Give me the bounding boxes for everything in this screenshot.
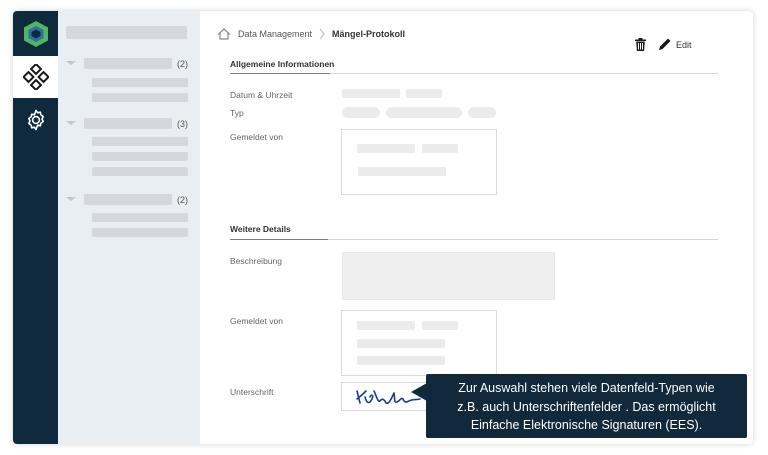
field-label-date: Datum & Uhrzeit bbox=[230, 90, 293, 100]
gear-icon bbox=[27, 109, 44, 131]
chevron-right-icon bbox=[319, 28, 325, 40]
tree-item[interactable] bbox=[92, 167, 188, 176]
home-icon[interactable] bbox=[217, 28, 231, 40]
rail-item-data-management[interactable] bbox=[13, 56, 58, 98]
chevron-down-icon[interactable] bbox=[66, 197, 76, 201]
section-divider bbox=[328, 239, 718, 240]
tree-group-count: (2) bbox=[177, 59, 188, 69]
breadcrumb: Data Management Mängel-Protokoll bbox=[217, 28, 405, 40]
tree-group-label[interactable] bbox=[84, 118, 172, 129]
tooltip-line: z.B. auch Unterschriftenfelder . Das erm… bbox=[457, 399, 716, 414]
field-label-description: Beschreibung bbox=[230, 256, 282, 266]
reported-by-email bbox=[358, 167, 446, 176]
section-underline bbox=[230, 73, 330, 74]
field-label-reported-by: Gemeldet von bbox=[230, 132, 283, 142]
tree-group-count: (2) bbox=[177, 195, 188, 205]
tree-group-label[interactable] bbox=[84, 194, 172, 205]
description-field[interactable] bbox=[342, 252, 555, 300]
breadcrumb-parent[interactable]: Data Management bbox=[238, 29, 312, 39]
chevron-down-icon[interactable] bbox=[66, 121, 76, 125]
tree-item[interactable] bbox=[92, 137, 188, 146]
time-value bbox=[406, 89, 442, 98]
reported-by-surname bbox=[422, 144, 458, 153]
section-divider bbox=[330, 73, 718, 74]
reported-by-phone bbox=[357, 356, 445, 365]
tree-item[interactable] bbox=[92, 152, 188, 161]
nodes-icon bbox=[22, 64, 49, 90]
tree-item[interactable] bbox=[92, 93, 188, 102]
type-tag bbox=[386, 107, 462, 118]
chevron-down-icon[interactable] bbox=[66, 61, 76, 65]
reported-by-surname bbox=[422, 321, 458, 330]
tooltip-line: Zur Auswahl stehen viele Datenfeld-Typen… bbox=[458, 381, 715, 395]
type-tag bbox=[468, 107, 496, 118]
logo[interactable] bbox=[13, 13, 58, 55]
feature-tooltip: Zur Auswahl stehen viele Datenfeld-Typen… bbox=[426, 374, 747, 438]
pencil-icon[interactable] bbox=[658, 38, 671, 51]
tree-item[interactable] bbox=[92, 78, 188, 87]
field-label-signature: Unterschrift bbox=[230, 387, 274, 397]
reported-by-card[interactable] bbox=[341, 129, 497, 195]
nav-rail bbox=[13, 11, 58, 444]
tree-item[interactable] bbox=[92, 213, 188, 222]
trash-icon[interactable] bbox=[635, 38, 646, 51]
section-title-general: Allgemeine Informationen bbox=[230, 59, 335, 69]
breadcrumb-current: Mängel-Protokoll bbox=[332, 29, 406, 39]
tree-panel: (2) (3) (2) bbox=[58, 11, 200, 444]
field-label-type: Typ bbox=[230, 108, 244, 118]
tooltip-line: Einfache Elektronische Signaturen (EES). bbox=[470, 418, 703, 432]
reported-by-card[interactable] bbox=[341, 310, 497, 376]
edit-button[interactable]: Edit bbox=[676, 40, 692, 50]
reported-by-email bbox=[357, 339, 445, 348]
hexagon-logo-icon bbox=[23, 21, 48, 47]
reported-by-name bbox=[357, 321, 415, 330]
tooltip-arrow bbox=[411, 383, 427, 401]
rail-item-settings[interactable] bbox=[13, 99, 58, 141]
tree-item[interactable] bbox=[92, 228, 188, 237]
date-value bbox=[342, 89, 400, 98]
tree-group-count: (3) bbox=[177, 119, 188, 129]
tree-group-label[interactable] bbox=[84, 58, 172, 69]
section-underline bbox=[230, 239, 328, 240]
field-label-reported-by: Gemeldet von bbox=[230, 316, 283, 326]
record-actions: Edit bbox=[635, 38, 692, 51]
tree-search-placeholder[interactable] bbox=[66, 26, 187, 39]
type-tag bbox=[342, 107, 380, 118]
reported-by-name bbox=[357, 144, 415, 153]
section-title-details: Weitere Details bbox=[230, 224, 291, 234]
